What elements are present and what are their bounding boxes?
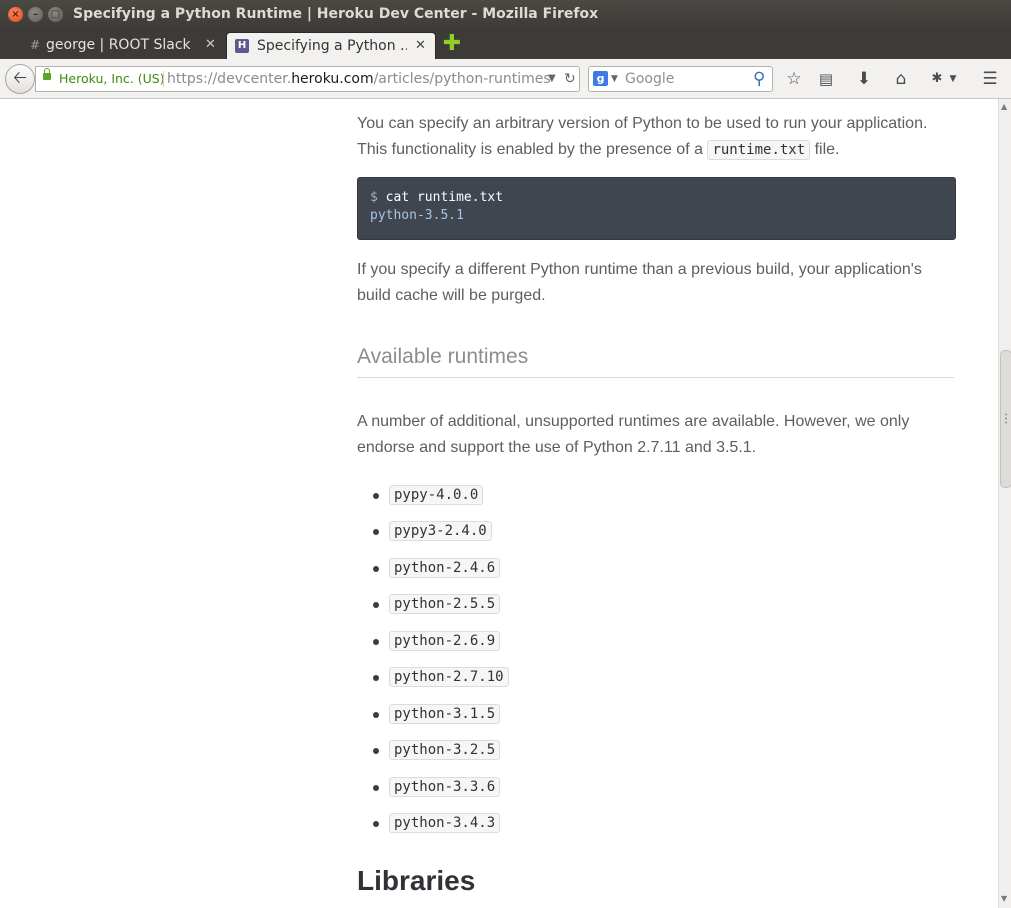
slack-hash-icon: # [29, 38, 41, 52]
tab-close-icon[interactable]: ✕ [415, 38, 426, 53]
purge-line-2: build cache will be purged. [357, 287, 546, 304]
code-output-line: python-3.5.1 [370, 208, 464, 223]
scroll-up-arrow-icon[interactable]: ▲ [1001, 102, 1007, 111]
bullet [373, 639, 379, 645]
shell-command: cat runtime.txt [385, 190, 504, 205]
search-icon[interactable]: ⚲ [753, 67, 765, 91]
scrollbar-thumb[interactable]: • • • [1000, 350, 1011, 488]
page-scrollbar[interactable]: ▲ • • • ▼ [998, 99, 1011, 908]
window-minimize-button[interactable]: – [28, 7, 43, 22]
new-tab-plus-icon[interactable]: ✚ [442, 33, 462, 55]
window-maximize-button[interactable]: □ [48, 7, 63, 22]
url-bar[interactable]: Heroku, Inc. (US) https://devcenter.hero… [35, 66, 580, 92]
site-identity[interactable]: Heroku, Inc. (US) [59, 67, 165, 91]
search-bar[interactable]: g ▼ Google ⚲ [588, 66, 773, 92]
google-search-engine-icon[interactable]: g [593, 71, 608, 86]
bullet [373, 566, 379, 572]
url-path: /articles/python-runtimes [373, 71, 551, 87]
window-title: Specifying a Python Runtime | Heroku Dev… [73, 6, 599, 22]
code-block: $ cat runtime.txt python-3.5.1 [357, 177, 956, 240]
navigation-toolbar: 🡠 Heroku, Inc. (US) https://devcenter.he… [0, 59, 1011, 99]
reading-list-icon[interactable]: ▤ [814, 67, 838, 91]
runtime-code: python-3.3.6 [389, 777, 501, 797]
runtime-code: pypy3-2.4.0 [389, 521, 492, 541]
avail-line-1: A number of additional, unsupported runt… [357, 413, 910, 430]
heroku-logo-icon: H [235, 39, 249, 53]
url-prefix: https://devcenter. [167, 71, 292, 87]
bullet [373, 821, 379, 827]
section-heading-libraries: Libraries [357, 865, 476, 896]
menu-hamburger-icon[interactable]: ☰ [978, 67, 1002, 91]
intro-line-2-end: file. [810, 141, 840, 158]
scroll-down-arrow-icon[interactable]: ▼ [1001, 894, 1007, 903]
intro-line-1: You can specify an arbitrary version of … [357, 115, 928, 132]
url-history-dropdown-icon[interactable]: ▼ [548, 67, 556, 91]
back-button[interactable]: 🡠 [5, 64, 35, 94]
bullet [373, 602, 379, 608]
search-engine-dropdown-icon[interactable]: ▼ [611, 67, 618, 91]
runtime-code: python-2.5.5 [389, 594, 501, 614]
runtime-code: python-3.1.5 [389, 704, 501, 724]
search-input[interactable]: Google [625, 67, 674, 91]
runtime-code: python-2.6.9 [389, 631, 501, 651]
avail-line-2: endorse and support the use of Python 2.… [357, 439, 757, 456]
runtime-code: pypy-4.0.0 [389, 485, 484, 505]
back-arrow-icon: 🡠 [13, 68, 27, 88]
bullet [373, 493, 379, 499]
cache-purge-paragraph: If you specify a different Python runtim… [357, 257, 954, 309]
reload-icon[interactable]: ↻ [564, 67, 576, 91]
page-viewport: You can specify an arbitrary version of … [0, 99, 998, 908]
tab-slack[interactable]: # george | ROOT Slack ✕ [0, 32, 228, 59]
bullet [373, 785, 379, 791]
code-command-line: $ cat runtime.txt [370, 189, 503, 207]
tab-close-icon[interactable]: ✕ [205, 37, 216, 52]
intro-line-2: This functionality is enabled by the pre… [357, 141, 708, 158]
scrollbar-grip-icon: • • • [1004, 411, 1009, 427]
downloads-icon[interactable]: ⬇ [852, 67, 876, 91]
url-separator [163, 71, 164, 87]
inline-code-runtime-txt: runtime.txt [707, 140, 811, 160]
runtime-code: python-3.2.5 [389, 740, 501, 760]
url-text[interactable]: https://devcenter.heroku.com/articles/py… [167, 67, 551, 91]
bullet [373, 529, 379, 535]
intro-paragraph: You can specify an arbitrary version of … [357, 111, 954, 163]
extension-dropdown-icon[interactable]: ▼ [946, 67, 960, 91]
home-icon[interactable]: ⌂ [889, 67, 913, 91]
runtime-code: python-2.7.10 [389, 667, 509, 687]
tab-label: Specifying a Python … [257, 38, 407, 54]
tab-heroku-python-runtime[interactable]: H Specifying a Python … ✕ [226, 32, 436, 60]
bullet [373, 675, 379, 681]
window-close-button[interactable]: × [8, 7, 23, 22]
shell-prompt: $ [370, 190, 386, 205]
available-runtimes-paragraph: A number of additional, unsupported runt… [357, 409, 954, 461]
tab-strip: # george | ROOT Slack ✕ H Specifying a P… [0, 30, 1011, 60]
tab-label: george | ROOT Slack [46, 37, 191, 53]
window-titlebar: × – □ Specifying a Python Runtime | Hero… [0, 0, 1011, 30]
bullet [373, 712, 379, 718]
bookmark-star-icon[interactable]: ☆ [782, 67, 806, 91]
bullet [373, 748, 379, 754]
url-host: heroku.com [291, 71, 374, 87]
padlock-icon [43, 68, 51, 80]
purge-line-1: If you specify a different Python runtim… [357, 261, 922, 278]
section-heading-available-runtimes: Available runtimes [357, 345, 954, 378]
runtime-code: python-3.4.3 [389, 813, 501, 833]
runtime-code: python-2.4.6 [389, 558, 501, 578]
